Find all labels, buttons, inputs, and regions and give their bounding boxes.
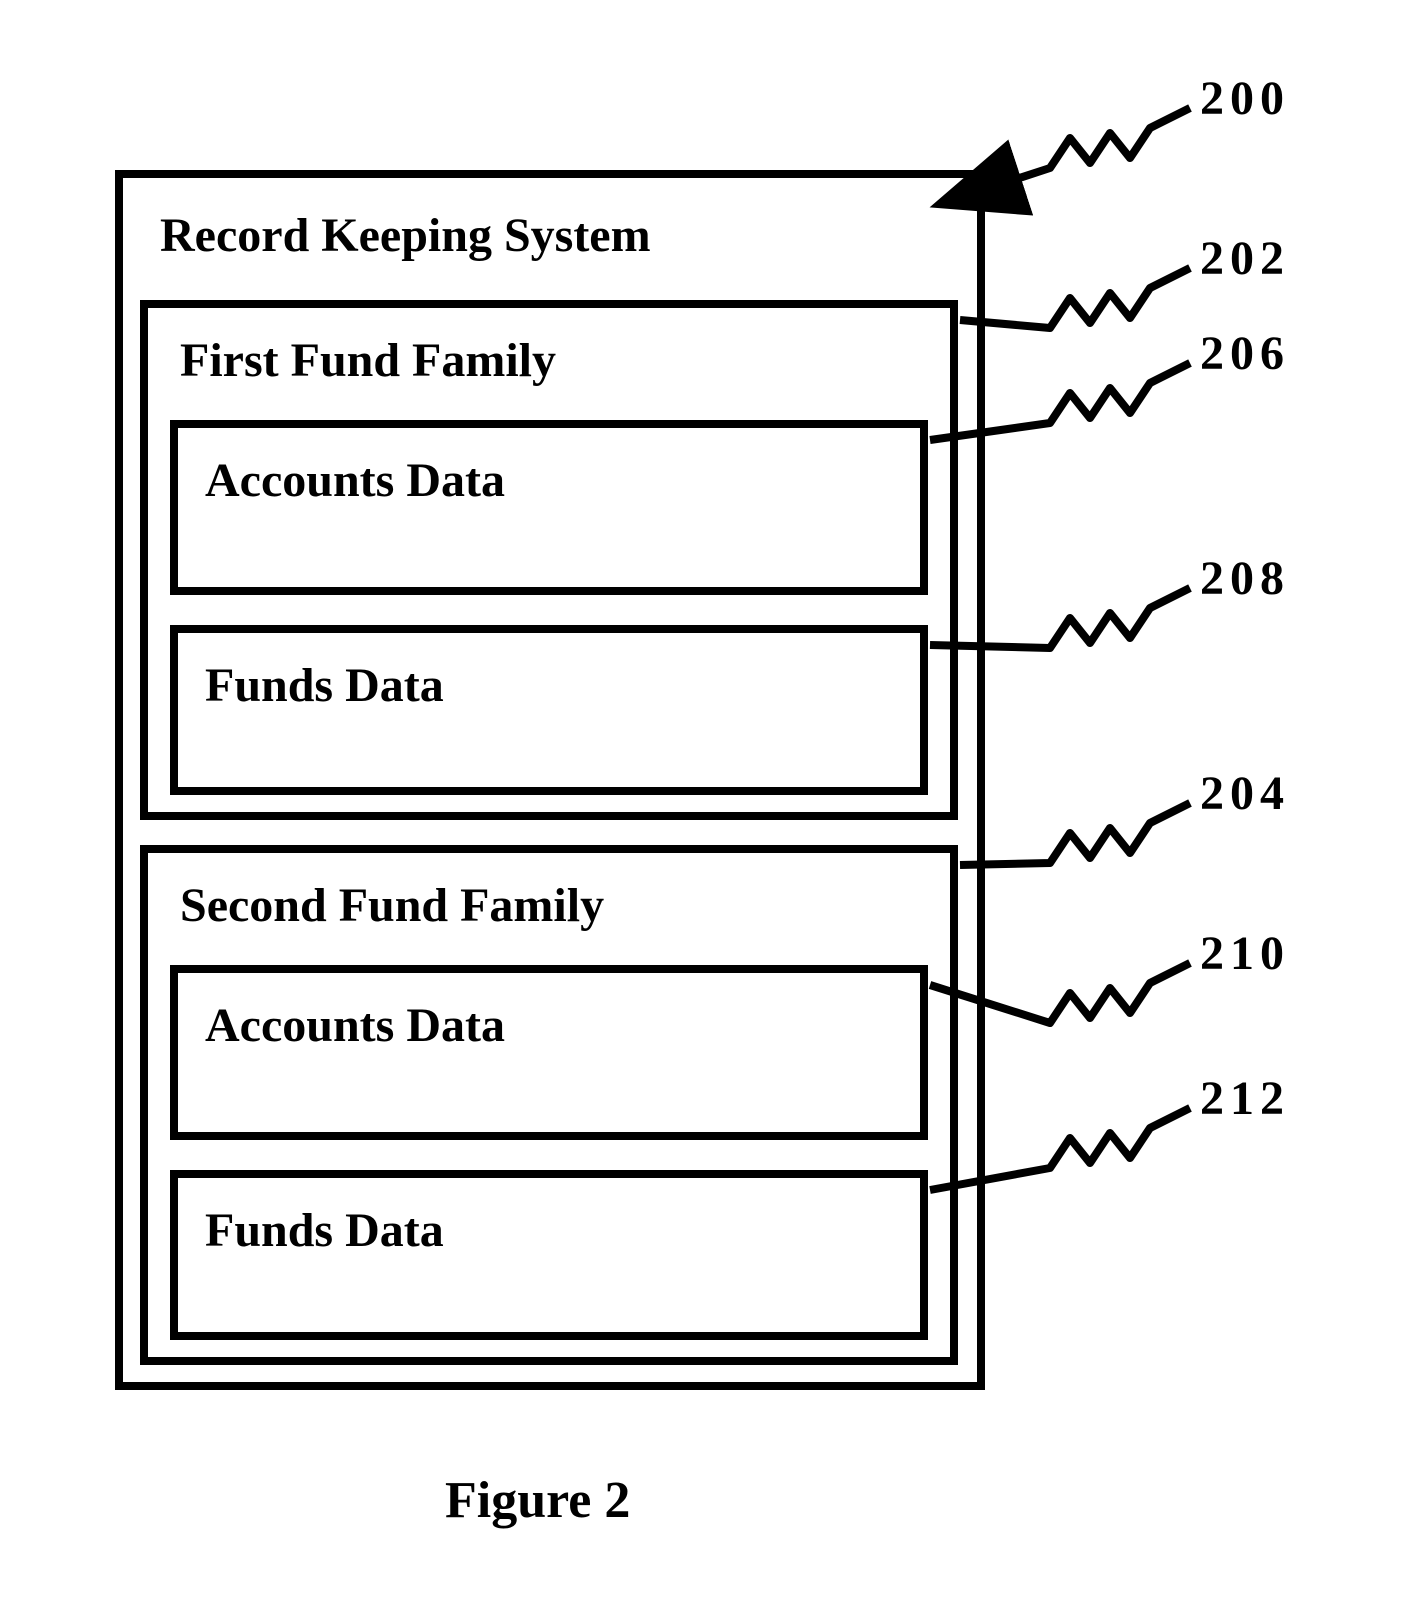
ref-210: 210 xyxy=(1200,930,1290,978)
figure-caption: Figure 2 xyxy=(445,1475,630,1527)
ref-212: 212 xyxy=(1200,1075,1290,1123)
second-fund-family-title: Second Fund Family xyxy=(180,880,604,933)
first-funds-data-title: Funds Data xyxy=(205,660,444,713)
ref-208: 208 xyxy=(1200,555,1290,603)
ref-204: 204 xyxy=(1200,770,1290,818)
figure-canvas: Record Keeping System First Fund Family … xyxy=(0,0,1418,1609)
first-accounts-data-title: Accounts Data xyxy=(205,455,505,508)
first-fund-family-title: First Fund Family xyxy=(180,335,556,388)
ref-200: 200 xyxy=(1200,75,1290,123)
record-keeping-system-title: Record Keeping System xyxy=(160,210,651,263)
ref-206: 206 xyxy=(1200,330,1290,378)
ref-202: 202 xyxy=(1200,235,1290,283)
second-funds-data-title: Funds Data xyxy=(205,1205,444,1258)
second-accounts-data-title: Accounts Data xyxy=(205,1000,505,1053)
